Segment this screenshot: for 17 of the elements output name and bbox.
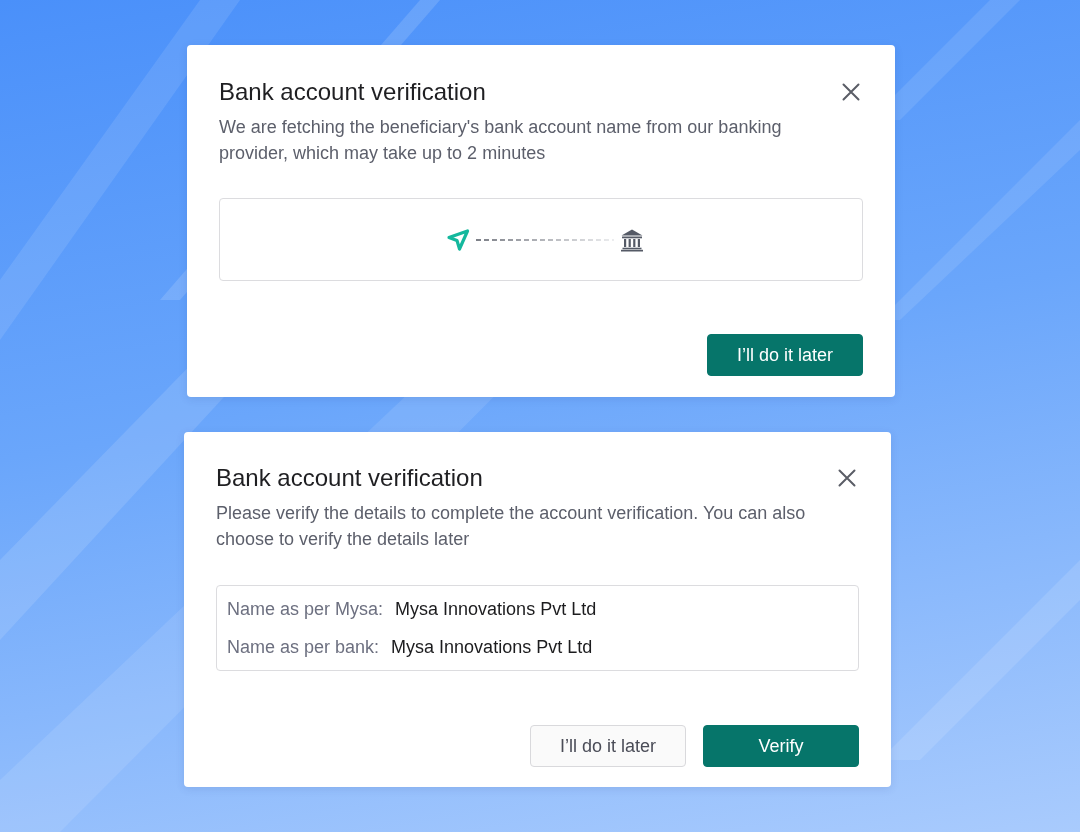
close-icon <box>842 83 860 101</box>
close-button[interactable] <box>839 80 863 104</box>
bank-icon <box>620 227 644 252</box>
close-button[interactable] <box>835 466 859 490</box>
primary-button[interactable]: I’ll do it later <box>707 334 863 376</box>
secondary-button[interactable]: I’ll do it later <box>530 725 686 767</box>
dialog-title: Bank account verification <box>219 77 486 107</box>
dialog-description: Please verify the details to complete the account verification. You can also choose to verify the details later <box>216 502 807 551</box>
dialog-title: Bank account verification <box>216 463 483 493</box>
primary-button[interactable]: Verify <box>703 725 859 767</box>
dialog-description: We are fetching the beneficiary's bank account name from our banking provider, which may take up to 2 minutes <box>219 116 783 165</box>
paper-plane-icon <box>446 227 470 252</box>
close-icon <box>838 469 856 487</box>
detail-value: Mysa Innovations Pvt Ltd <box>395 598 597 620</box>
detail-label: Name as per bank: <box>227 636 380 658</box>
detail-label: Name as per Mysa: <box>227 598 384 620</box>
detail-value: Mysa Innovations Pvt Ltd <box>391 636 593 658</box>
